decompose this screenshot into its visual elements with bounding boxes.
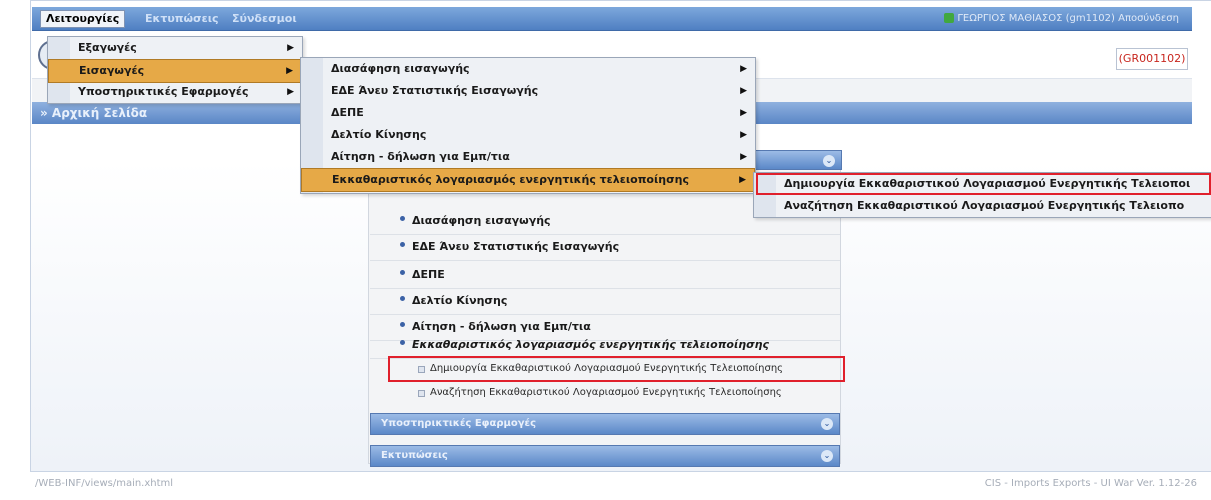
menu-item-label: Εκκαθαριστικός λογαριασμός ενεργητικής τ… [332,173,690,186]
menu-item-label: ΕΔΕ Άνευ Στατιστικής Εισαγωγής [331,84,539,97]
bullet-icon [400,270,405,275]
menu2-aitisi[interactable]: Αίτηση - δήλωση για Εμπ/τια ▶ [301,146,755,168]
panel-item-label: Δελτίο Κίνησης [412,294,508,307]
panel-subitem-search[interactable]: Αναζήτηση Εκκαθαριστικού Λογαριασμού Ενε… [370,382,840,404]
arrow-right-icon: ▶ [287,43,294,53]
panel-item-label: ΕΔΕ Άνευ Στατιστικής Εισαγωγής [412,240,620,253]
highlight-box [388,356,845,382]
footer-path: /WEB-INF/views/main.xhtml [35,478,174,489]
panel-item-deltio[interactable]: Δελτίο Κίνησης [370,288,840,315]
menu2-diasafisi[interactable]: Διασάφηση εισαγωγής ▶ [301,58,755,80]
menu-level1: Εξαγωγές ▶ Εισαγωγές ▶ Υποστηρικτικές Εφ… [47,36,303,104]
menu-item-label: Δελτίο Κίνησης [331,128,427,141]
top-menubar: Λειτουργίες Εκτυπώσεις Σύνδεσμοι ΓΕΩΡΓΙΟ… [32,7,1192,31]
menu-ektyposeis[interactable]: Εκτυπώσεις [140,11,224,27]
menu-level2: Διασάφηση εισαγωγής ▶ ΕΔΕ Άνευ Στατιστικ… [300,57,756,194]
menu2-ede[interactable]: ΕΔΕ Άνευ Στατιστικής Εισαγωγής ▶ [301,80,755,102]
arrow-right-icon: ▶ [287,87,294,97]
panel-item-label: Διασάφηση εισαγωγής [412,214,551,227]
chevron-down-icon[interactable]: ⌄ [823,155,835,167]
section-label: Εκτυπώσεις [381,450,448,461]
user-text: ΓΕΩΡΓΙΟΣ ΜΑΘΙΑΣΟΣ (gm1102) Αποσύνδεση [957,13,1179,24]
chevron-down-icon[interactable]: ⌄ [821,450,833,462]
office-code: (GR001102) [1116,48,1188,70]
bullet-icon [400,216,405,221]
menu-syndesmoi[interactable]: Σύνδεσμοι [227,11,302,27]
section-support-apps[interactable]: Υποστηρικτικές Εφαρμογές ⌄ [370,413,840,435]
menu-item-label: Εισαγωγές [79,64,145,77]
section-label: Υποστηρικτικές Εφαρμογές [381,418,537,429]
panel-item-depe[interactable]: ΔΕΠΕ [370,262,840,289]
bullet-icon [400,322,405,327]
arrow-right-icon: ▶ [740,130,747,140]
menu-item-label: Υποστηρικτικές Εφαρμογές [78,85,249,98]
panel-item-label: ΔΕΠΕ [412,268,445,281]
chevron-down-icon[interactable]: ⌄ [821,418,833,430]
menu1-ypostiriktikes[interactable]: Υποστηρικτικές Εφαρμογές ▶ [48,81,302,103]
user-icon [944,13,955,23]
panel-item-ede[interactable]: ΕΔΕ Άνευ Στατιστικής Εισαγωγής [370,234,840,261]
menu-item-label: ΔΕΠΕ [331,106,364,119]
menu3-search[interactable]: Αναζήτηση Εκκαθαριστικού Λογαριασμού Ενε… [754,195,1211,217]
panel-item-label: Εκκαθαριστικός λογαριασμός ενεργητικής τ… [412,338,770,351]
menu1-exagoges[interactable]: Εξαγωγές ▶ [48,37,302,59]
section-printouts[interactable]: Εκτυπώσεις ⌄ [370,445,840,467]
user-info[interactable]: ΓΕΩΡΓΙΟΣ ΜΑΘΙΑΣΟΣ (gm1102) Αποσύνδεση [939,11,1184,27]
square-bullet-icon [418,390,425,397]
home-link[interactable]: » Αρχική Σελίδα [40,104,147,122]
menu2-depe[interactable]: ΔΕΠΕ ▶ [301,102,755,124]
panel-item-ekkatharistikos[interactable]: Εκκαθαριστικός λογαριασμός ενεργητικής τ… [370,332,840,359]
menu-item-label: Αναζήτηση Εκκαθαριστικού Λογαριασμού Ενε… [784,199,1185,212]
arrow-right-icon: ▶ [286,66,293,76]
menu2-deltio[interactable]: Δελτίο Κίνησης ▶ [301,124,755,146]
bullet-icon [400,340,405,345]
arrow-right-icon: ▶ [740,152,747,162]
arrow-right-icon: ▶ [740,86,747,96]
menu1-eisagoges[interactable]: Εισαγωγές ▶ [48,59,302,83]
menu-item-label: Αίτηση - δήλωση για Εμπ/τια [331,150,510,163]
menu2-ekkatharistikos[interactable]: Εκκαθαριστικός λογαριασμός ενεργητικής τ… [301,168,755,192]
panel-subitem-label: Αναζήτηση Εκκαθαριστικού Λογαριασμού Ενε… [430,387,782,398]
bullet-icon [400,296,405,301]
menu-item-label: Διασάφηση εισαγωγής [331,62,470,75]
bullet-icon [400,242,405,247]
menu-item-label: Εξαγωγές [78,41,137,54]
arrow-right-icon: ▶ [740,108,747,118]
menu-leitourgies[interactable]: Λειτουργίες [40,10,126,28]
arrow-right-icon: ▶ [739,175,746,185]
arrow-right-icon: ▶ [740,64,747,74]
highlight-box [756,173,1211,195]
footer-version: CIS - Imports Exports - UI War Ver. 1.12… [984,478,1197,489]
